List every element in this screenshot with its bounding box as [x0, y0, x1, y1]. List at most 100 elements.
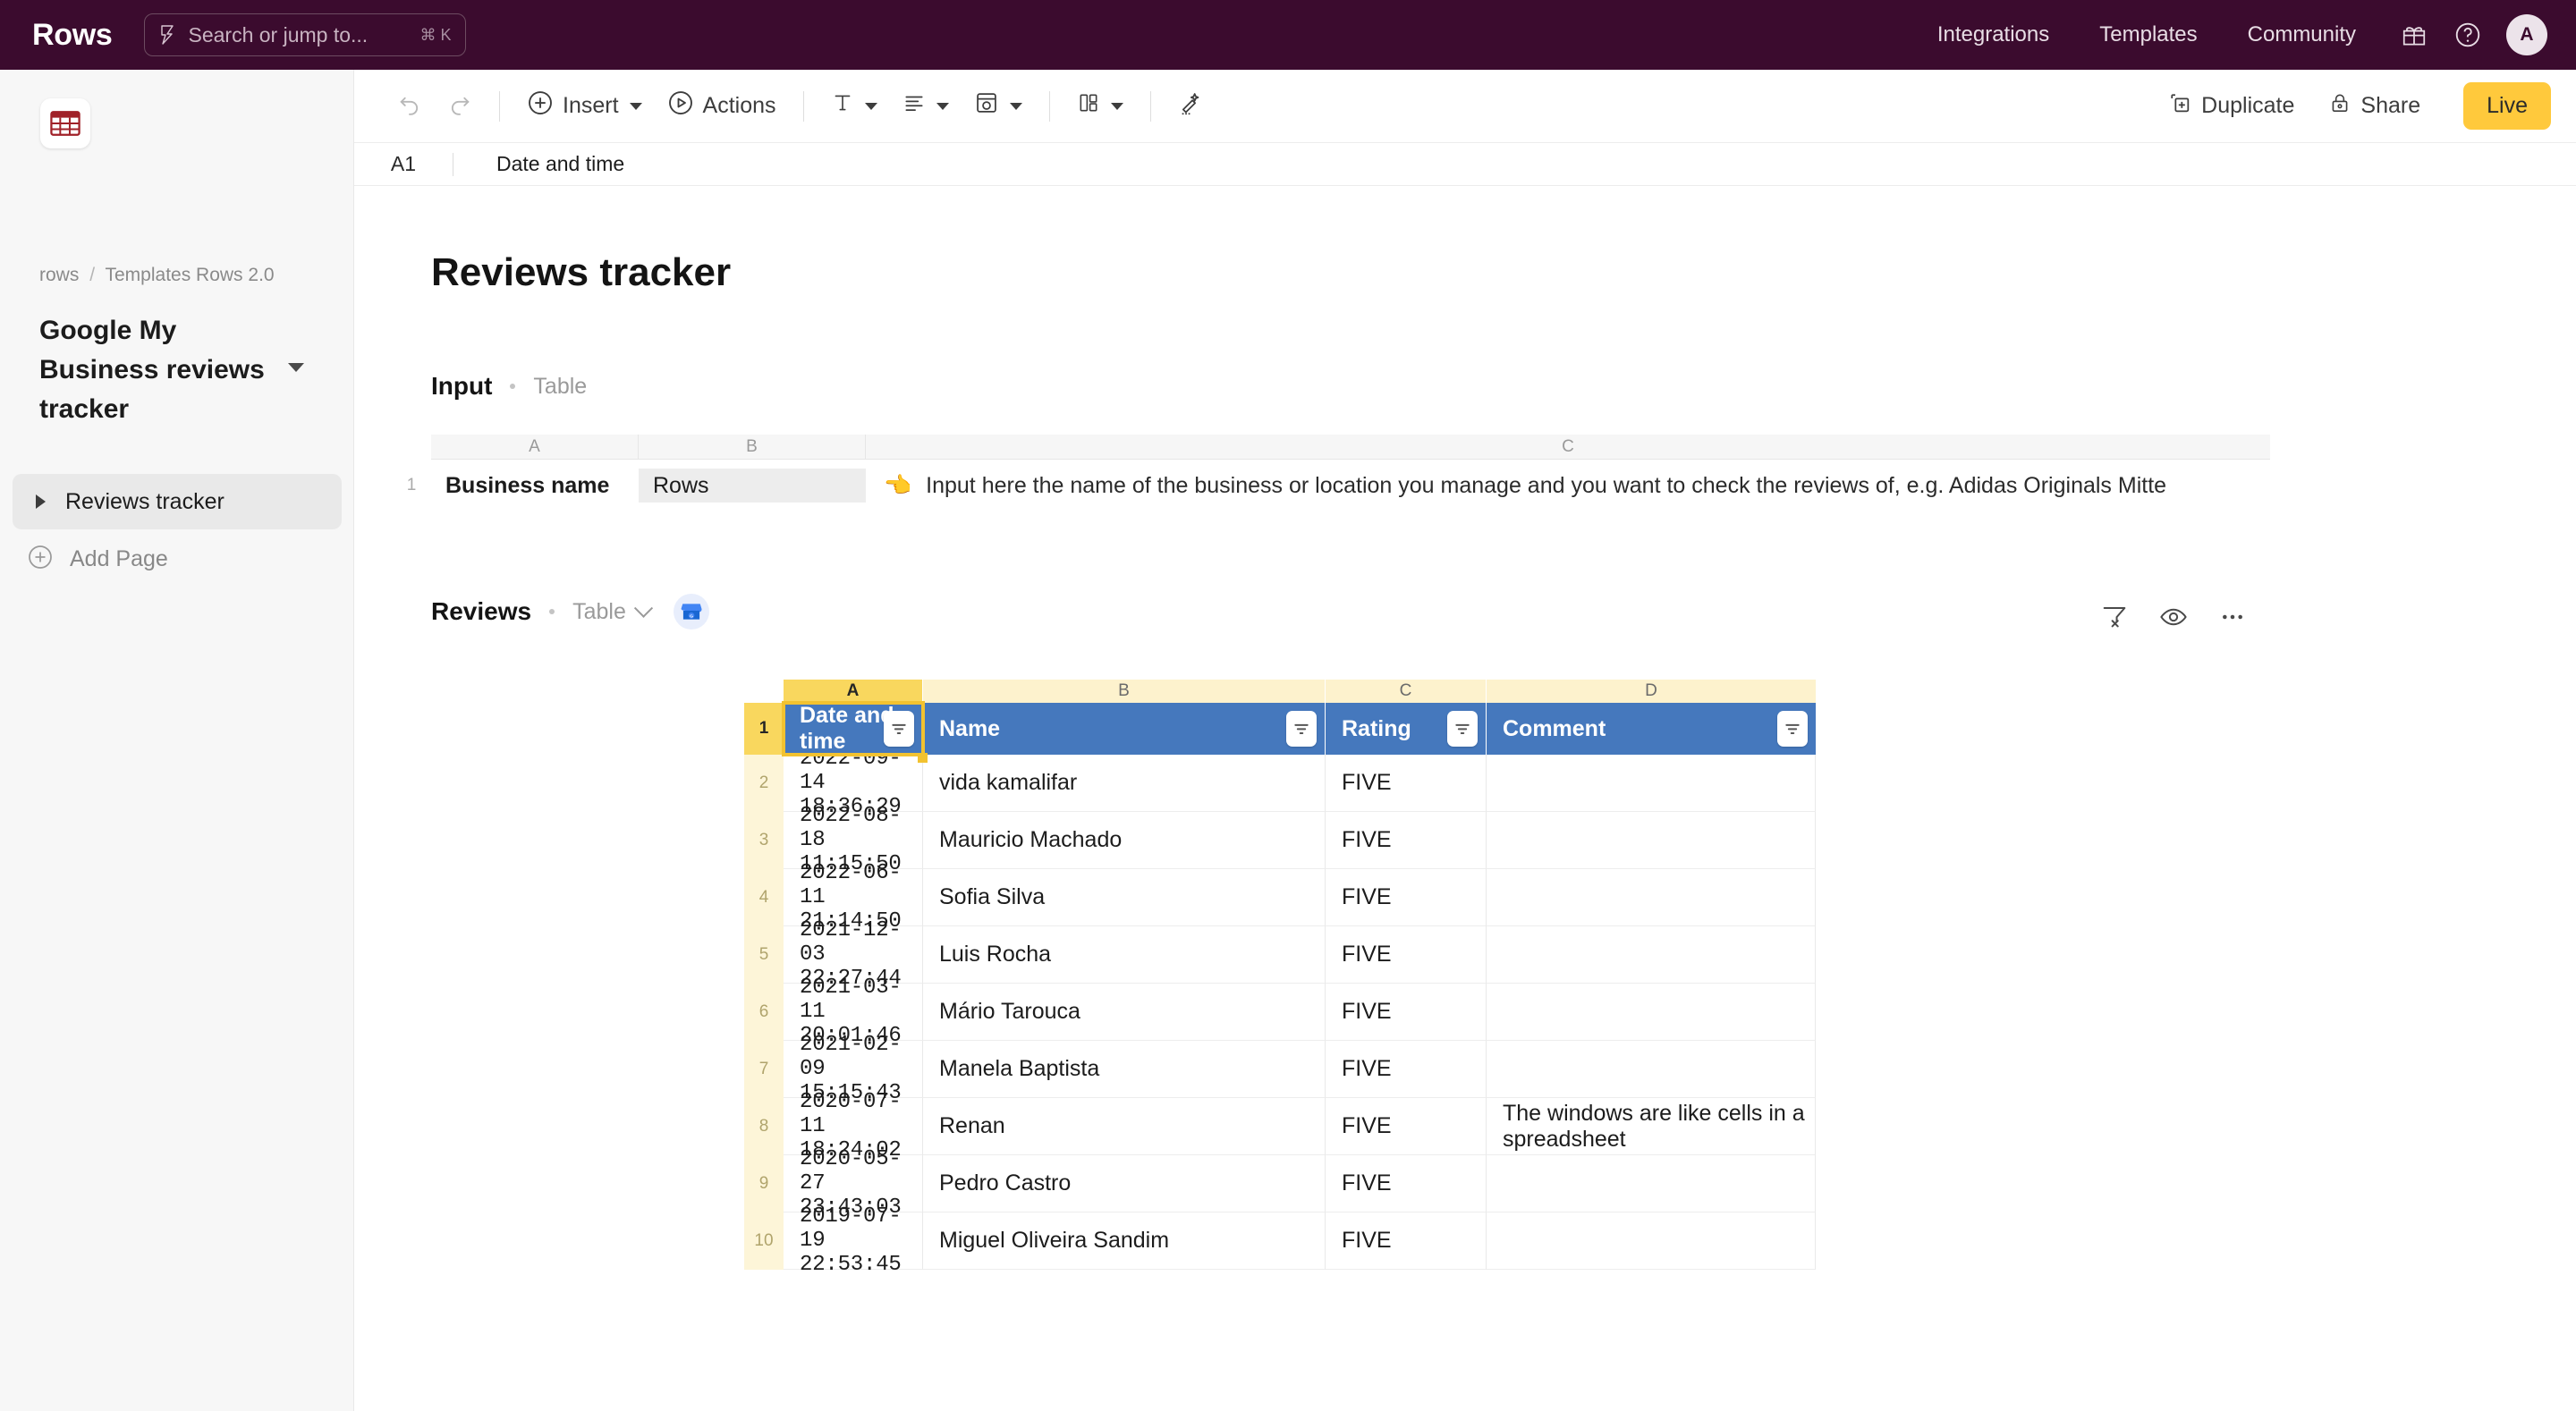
page-title[interactable]: Reviews tracker: [431, 250, 731, 295]
cell-comment[interactable]: [1487, 755, 1816, 812]
cell-rating[interactable]: FIVE: [1326, 1041, 1487, 1098]
cell-rating[interactable]: FIVE: [1326, 926, 1487, 984]
rows-logo[interactable]: Rows: [32, 18, 113, 53]
chevron-down-icon[interactable]: [288, 363, 304, 372]
cell-rating[interactable]: FIVE: [1326, 869, 1487, 926]
cell-name[interactable]: Manela Baptista: [923, 1041, 1326, 1098]
cell-comment[interactable]: The windows are like cells in a spreadsh…: [1487, 1098, 1816, 1155]
eye-icon[interactable]: [2159, 603, 2188, 636]
chevron-down-icon[interactable]: [633, 598, 653, 618]
add-page-button[interactable]: Add Page: [27, 544, 168, 575]
clear-format-button[interactable]: [1165, 81, 1216, 131]
clear-format-icon: [1178, 90, 1203, 122]
input-hint-cell: 👈 Input here the name of the business or…: [866, 460, 2270, 511]
gift-icon[interactable]: [2394, 14, 2435, 55]
breadcrumb: rows / Templates Rows 2.0: [39, 265, 275, 286]
cell-name[interactable]: Mauricio Machado: [923, 812, 1326, 869]
cell-rating[interactable]: FIVE: [1326, 812, 1487, 869]
sidebar-item-reviews-tracker[interactable]: Reviews tracker: [13, 474, 342, 529]
cell-name[interactable]: Renan: [923, 1098, 1326, 1155]
input-row-number[interactable]: 1: [392, 460, 431, 511]
cell-comment[interactable]: [1487, 984, 1816, 1041]
row-number[interactable]: 7: [744, 1041, 784, 1098]
reviews-section-name[interactable]: Reviews: [431, 597, 531, 626]
input-col-header-c[interactable]: C: [866, 435, 2270, 460]
nav-integrations[interactable]: Integrations: [1912, 22, 2074, 47]
input-col-header-b[interactable]: B: [639, 435, 866, 460]
search-shortcut: ⌘ K: [419, 25, 452, 44]
cell-date[interactable]: 2019-07-19 22:53:45: [784, 1204, 923, 1277]
more-horizontal-icon[interactable]: [2218, 603, 2247, 636]
layout-button[interactable]: [1064, 81, 1136, 131]
filter-icon[interactable]: [1777, 711, 1808, 747]
document-title[interactable]: Google My Business reviews tracker: [39, 311, 274, 429]
reviews-section-type[interactable]: Table: [572, 599, 626, 625]
row-number[interactable]: 3: [744, 812, 784, 869]
input-value-cell[interactable]: Rows: [639, 460, 866, 511]
input-label-cell[interactable]: Business name: [431, 460, 639, 511]
filter-icon[interactable]: [1286, 711, 1317, 747]
filter-icon[interactable]: [1447, 711, 1478, 747]
row-number[interactable]: 10: [744, 1212, 784, 1270]
cell-rating[interactable]: FIVE: [1326, 1212, 1487, 1270]
reviews-header-comment[interactable]: Comment: [1487, 703, 1816, 755]
cell-name[interactable]: Miguel Oliveira Sandim: [923, 1212, 1326, 1270]
insert-button[interactable]: Insert: [514, 81, 655, 131]
cell-comment[interactable]: [1487, 1155, 1816, 1212]
cell-rating[interactable]: FIVE: [1326, 984, 1487, 1041]
cell-style-button[interactable]: [962, 81, 1035, 131]
reviews-col-header-d[interactable]: D: [1487, 680, 1816, 703]
row-number[interactable]: 5: [744, 926, 784, 984]
row-number[interactable]: 6: [744, 984, 784, 1041]
row-number[interactable]: 2: [744, 755, 784, 812]
live-button[interactable]: Live: [2463, 82, 2551, 130]
avatar[interactable]: A: [2506, 14, 2547, 55]
cell-comment[interactable]: [1487, 1212, 1816, 1270]
input-col-header-a[interactable]: A: [431, 435, 639, 460]
cell-name[interactable]: Mário Tarouca: [923, 984, 1326, 1041]
reviews-col-header-a[interactable]: A: [784, 680, 923, 703]
actions-button[interactable]: Actions: [655, 81, 789, 131]
cell-name[interactable]: Pedro Castro: [923, 1155, 1326, 1212]
nav-community[interactable]: Community: [2223, 22, 2381, 47]
filter-off-icon[interactable]: [2100, 603, 2129, 636]
spreadsheet-icon[interactable]: [40, 98, 90, 148]
reviews-col-header-c[interactable]: C: [1326, 680, 1487, 703]
share-button[interactable]: Share: [2316, 81, 2433, 131]
reviews-col-header-b[interactable]: B: [923, 680, 1326, 703]
cell-comment[interactable]: [1487, 812, 1816, 869]
reviews-header-row-number[interactable]: 1: [744, 703, 784, 755]
chevron-right-icon[interactable]: [36, 494, 46, 509]
formula-input[interactable]: Date and time: [496, 152, 624, 176]
search-input[interactable]: Search or jump to... ⌘ K: [144, 13, 467, 56]
redo-button[interactable]: [435, 81, 485, 131]
reviews-header-rating[interactable]: Rating: [1326, 703, 1487, 755]
cell-name[interactable]: Sofia Silva: [923, 869, 1326, 926]
help-circle-icon[interactable]: [2447, 14, 2488, 55]
cell-comment[interactable]: [1487, 1041, 1816, 1098]
cell-rating[interactable]: FIVE: [1326, 1155, 1487, 1212]
breadcrumb-folder[interactable]: Templates Rows 2.0: [106, 265, 275, 285]
text-format-button[interactable]: [818, 81, 890, 131]
breadcrumb-workspace[interactable]: rows: [39, 265, 79, 285]
input-section-name[interactable]: Input: [431, 372, 492, 401]
cell-comment[interactable]: [1487, 926, 1816, 984]
duplicate-button[interactable]: Duplicate: [2155, 81, 2307, 131]
cell-name[interactable]: vida kamalifar: [923, 755, 1326, 812]
cell-rating[interactable]: FIVE: [1326, 755, 1487, 812]
align-button[interactable]: [890, 81, 962, 131]
row-number[interactable]: 9: [744, 1155, 784, 1212]
cell-name[interactable]: Luis Rocha: [923, 926, 1326, 984]
nav-templates[interactable]: Templates: [2074, 22, 2222, 47]
cell-rating[interactable]: FIVE: [1326, 1098, 1487, 1155]
cell-reference[interactable]: A1: [354, 152, 453, 176]
reviews-header-name[interactable]: Name: [923, 703, 1326, 755]
filter-icon[interactable]: [884, 711, 914, 747]
selection-handle[interactable]: [918, 753, 928, 763]
reviews-header-date-and-time[interactable]: Date and time: [782, 701, 925, 756]
cell-comment[interactable]: [1487, 869, 1816, 926]
row-number[interactable]: 4: [744, 869, 784, 926]
google-my-business-icon[interactable]: G: [673, 594, 709, 629]
undo-button[interactable]: [385, 81, 435, 131]
row-number[interactable]: 8: [744, 1098, 784, 1155]
